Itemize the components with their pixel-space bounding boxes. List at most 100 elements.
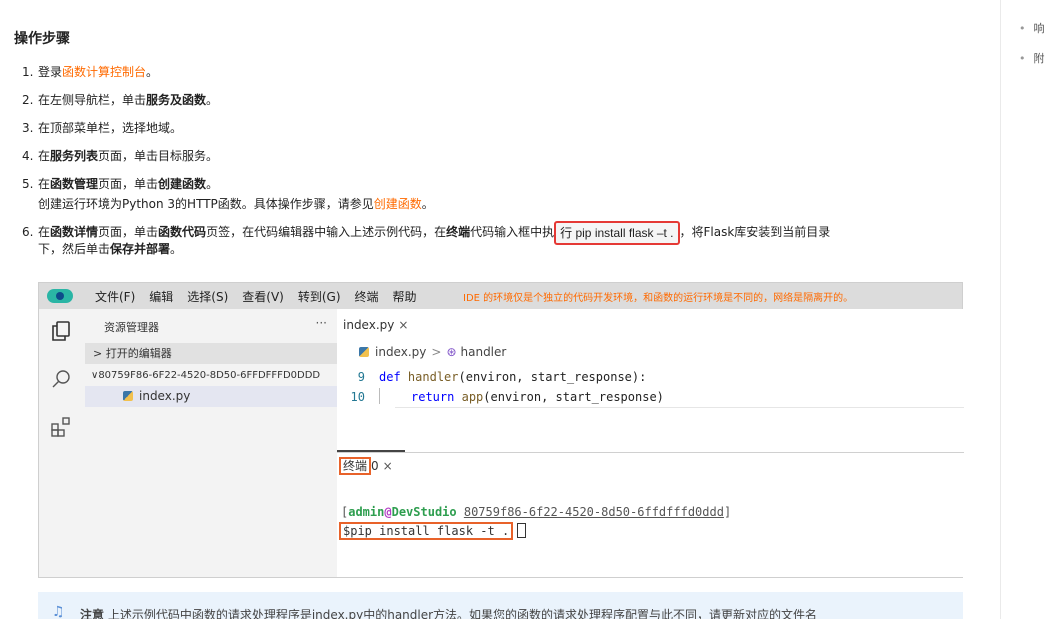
ide-logo-icon [47,289,73,303]
step-text: 。 [146,65,159,79]
step-text: ，将Flask库安装到当前目录 [679,225,831,239]
step-text: 页面，单击 [98,225,159,239]
menu-file[interactable]: 文件(F) [95,288,135,305]
ide-note: IDE 的环境仅是个独立的代码开发环境，和函数的运行环境是不同的，网络是隔离开的… [463,293,854,304]
activity-bar [39,309,85,577]
code-line: 9 def handler(environ, start_response): [337,367,964,387]
folder-item[interactable]: ∨80759F86-6F22-4520-8D50-6FFDFFFD0DDD [85,365,337,386]
breadcrumb-file[interactable]: index.py [375,345,426,359]
step-text: 行 [560,226,573,240]
code-function: app [461,390,484,404]
step-5: 5. 在函数管理页面，单击创建函数。 创建运行环境为Python 3的HTTP函数… [22,175,982,220]
steps-list: 1. 登录函数计算控制台。 2. 在左侧导航栏，单击服务及函数。 3. 在顶部菜单栏，… [22,63,982,256]
step-bold: 终端 [446,225,471,239]
code-keyword: def [379,370,401,384]
step-text: 在顶部菜单栏，选择地域。 [38,121,183,135]
code-function: handler [407,370,459,384]
right-toc: • 响 • 附 [1000,0,1049,619]
prompt-user: admin [348,505,385,519]
step-text: 在 [38,225,51,239]
step-bold: 保存并部署 [110,242,171,256]
bullet-icon: • [1019,52,1026,65]
step-4: 4. 在服务列表页面，单击目标服务。 [22,147,982,175]
step-number: 1. [22,65,34,79]
open-editors-section[interactable]: > 打开的编辑器 [85,343,337,364]
step-bold: 服务及函数 [146,93,207,107]
step-number: 4. [22,149,34,163]
menu-terminal[interactable]: 终端 [355,288,379,305]
step-text: 在 [38,177,51,191]
file-item-index-py[interactable]: index.py [85,386,337,407]
extensions-icon[interactable] [49,415,73,439]
terminal-count: 0 [371,459,379,473]
toc-item[interactable]: • 响 [1019,20,1045,36]
section-title: 操作步骤 [14,31,70,47]
ide-menubar: 文件(F) 编辑 选择(S) 查看(V) 转到(G) 终端 帮助 IDE 的环境… [39,283,962,309]
code-line: 10 return app(environ, start_response) [337,387,964,407]
step-text: 下，然后单击 [38,242,111,256]
step-text: 创建运行环境为Python 3的HTTP函数。具体操作步骤，请参见 [38,197,374,211]
indent-guide [379,388,411,404]
prompt-path: 80759f86-6f22-4520-8d50-6ffdfffd0ddd [463,505,724,519]
menu-goto[interactable]: 转到(G) [298,288,341,305]
step-text: 。 [170,242,183,256]
editor-tab[interactable]: index.py × [343,318,408,332]
menu-help[interactable]: 帮助 [393,288,417,305]
step-5-detail: 创建运行环境为Python 3的HTTP函数。具体操作步骤，请参见创建函数。 [38,195,434,213]
prompt-at: @ [384,505,392,519]
toc-label: 附 [1033,52,1045,65]
file-name: index.py [139,389,191,403]
breadcrumb-separator: > [431,345,442,359]
code-text: (environ, start_response) [483,390,664,404]
code-text: (environ, start_response): [458,370,647,384]
step-3: 3. 在顶部菜单栏，选择地域。 [22,119,982,147]
step-number: 6. [22,225,34,239]
step-bold: 函数详情 [50,225,99,239]
step-text: 。 [421,197,434,211]
step-text: 登录 [38,65,63,79]
fc-console-link[interactable]: 函数计算控制台 [62,65,146,79]
toc-label: 响 [1033,22,1045,35]
function-icon: ⊛ [446,345,457,359]
terminal-input[interactable]: $pip install flask -t . [339,522,527,540]
line-highlight [395,407,964,408]
editor-area: index.py × index.py > ⊛ handler 9 def handler… [337,309,964,577]
more-icon[interactable]: ··· [316,316,327,330]
doc-content: 操作步骤 1. 登录函数计算控制台。 2. 在左侧导航栏，单击服务及函数。 3. 在顶… [0,0,1000,619]
tab-label: index.py [343,318,395,332]
menu-selection[interactable]: 选择(S) [187,288,228,305]
terminal-command: $pip install flask -t . [339,522,514,540]
notice-label: 注意 [80,608,105,619]
step-text: 在 [38,149,51,163]
create-function-link[interactable]: 创建函数 [374,197,422,211]
step-text: 代码输入框中执 [470,225,555,239]
step-bold: 函数管理 [50,177,99,191]
ide-menus: 文件(F) 编辑 选择(S) 查看(V) 转到(G) 终端 帮助 [95,288,417,305]
step-text: 页签，在代码编辑器中输入上述示例代码，在 [206,225,447,239]
terminal-tab[interactable]: 终端 0 × [339,457,393,475]
step-bold: 函数代码 [158,225,207,239]
line-number: 9 [357,370,365,384]
step-text: 。 [206,177,219,191]
menu-edit[interactable]: 编辑 [149,288,173,305]
close-icon[interactable]: × [398,318,408,332]
step-bold: 服务列表 [50,149,99,163]
step-bold: 创建函数 [158,177,207,191]
code-keyword: return [411,390,455,404]
breadcrumb-function[interactable]: handler [461,345,507,359]
files-icon[interactable] [49,319,73,343]
search-icon[interactable] [49,367,73,391]
toc-item[interactable]: • 附 [1019,50,1045,66]
step-1: 1. 登录函数计算控制台。 [22,63,982,91]
step-number: 5. [22,177,34,191]
step-text: 。 [206,93,219,107]
pip-command: pip install flask –t . [575,226,674,240]
step-number: 2. [22,93,34,107]
code-editor[interactable]: 9 def handler(environ, start_response): 1… [337,367,964,408]
pip-command-highlight: 行 pip install flask –t . [554,221,680,245]
bullet-icon: • [1019,22,1026,35]
menu-view[interactable]: 查看(V) [242,288,284,305]
prompt-host: DevStudio [391,505,457,519]
close-icon[interactable]: × [383,459,393,473]
terminal-prompt: [admin@DevStudio 80759f86-6f22-4520-8d50… [341,505,731,519]
